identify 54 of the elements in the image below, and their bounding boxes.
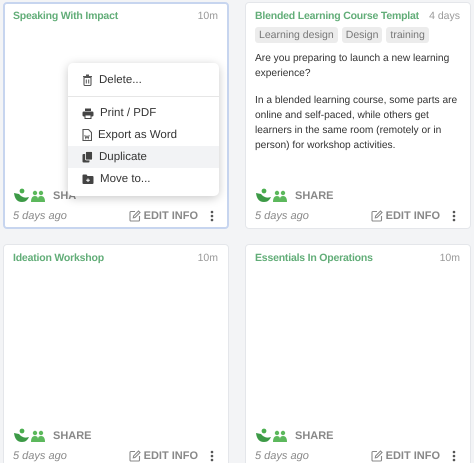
menu-item[interactable]: Duplicate xyxy=(68,146,219,168)
people-icon[interactable] xyxy=(13,188,47,204)
edit-info-button[interactable]: EDIT INFO xyxy=(370,210,440,222)
copy-icon xyxy=(82,151,93,163)
duration: 4 days xyxy=(429,10,460,22)
description: Are you preparing to launch a new learning experience? xyxy=(255,52,450,81)
duration: 10m xyxy=(440,252,460,264)
printer-icon xyxy=(82,108,94,118)
edit-icon xyxy=(370,210,383,222)
edit-info-button[interactable]: EDIT INFO xyxy=(370,450,440,462)
date: 5 days ago xyxy=(13,210,68,222)
menu-item-label: Move to... xyxy=(100,173,150,185)
menu-item-label: Duplicate xyxy=(99,151,147,163)
trash-icon xyxy=(82,74,93,86)
edit-info-button[interactable]: EDIT INFO xyxy=(128,210,198,222)
edit-icon xyxy=(370,450,383,462)
share-button[interactable]: SHARE xyxy=(295,190,334,202)
menu-item[interactable]: Print / PDF xyxy=(68,102,219,124)
menu-item-label: Delete... xyxy=(99,74,142,86)
menu-item[interactable]: Export as Word xyxy=(68,124,219,146)
menu-item-label: Print / PDF xyxy=(100,107,156,119)
card[interactable]: Essentials In Operations 10m SHARE 5 days ago EDIT INFO xyxy=(245,244,471,463)
share-button[interactable]: SHARE xyxy=(295,430,334,442)
date: 5 days ago xyxy=(255,210,310,222)
people-icon[interactable] xyxy=(255,188,289,204)
duration: 10m xyxy=(198,252,218,264)
menu-item[interactable]: Move to... xyxy=(68,168,219,190)
menu-item-label: Export as Word xyxy=(98,129,178,141)
card-title[interactable]: Ideation Workshop xyxy=(13,252,104,264)
people-icon[interactable] xyxy=(13,428,47,444)
tag[interactable]: Design xyxy=(342,27,382,43)
card-title[interactable]: Speaking With Impact xyxy=(13,10,118,22)
card-title[interactable]: Essentials In Operations xyxy=(255,252,373,264)
description: In a blended learning course, some parts are online and self-paced, while others get learners in the same room (remotely or in person) for workshop activities. xyxy=(255,94,458,153)
card-title[interactable]: Blended Learning Course Templat xyxy=(255,10,419,22)
share-button[interactable]: SHARE xyxy=(53,430,92,442)
date: 5 days ago xyxy=(255,450,310,462)
more-icon[interactable] xyxy=(452,210,456,222)
date: 5 days ago xyxy=(13,450,68,462)
document-icon xyxy=(82,129,92,141)
more-icon[interactable] xyxy=(210,450,214,462)
more-icon[interactable] xyxy=(452,450,456,462)
edit-icon xyxy=(128,450,141,462)
edit-info-button[interactable]: EDIT INFO xyxy=(128,450,198,462)
folder-icon xyxy=(82,174,94,184)
tag[interactable]: training xyxy=(386,27,429,43)
tag[interactable]: Learning design xyxy=(255,27,338,43)
menu-item[interactable]: Delete... xyxy=(68,69,219,91)
duration: 10m xyxy=(198,10,218,22)
edit-icon xyxy=(128,210,141,222)
people-icon[interactable] xyxy=(255,428,289,444)
card[interactable] xyxy=(245,2,471,229)
card[interactable]: Ideation Workshop 10m SHARE 5 days ago EDIT INFO xyxy=(3,244,229,463)
more-icon[interactable] xyxy=(210,210,214,222)
